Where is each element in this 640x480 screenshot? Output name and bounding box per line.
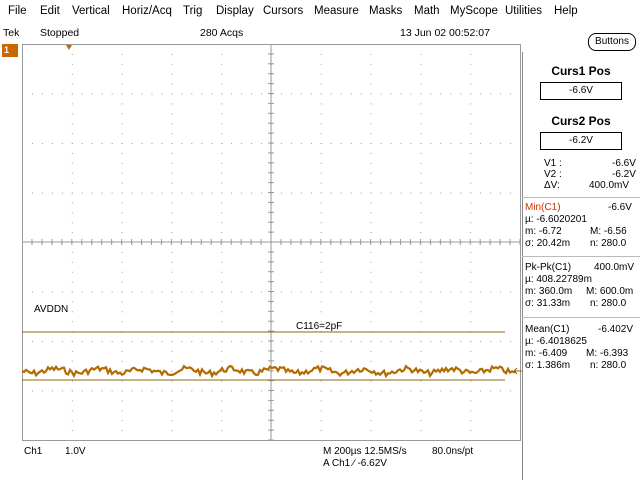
channel-label: Ch1 [24,446,43,457]
menu-measure[interactable]: Measure [314,5,359,17]
menu-cursors[interactable]: Cursors [263,5,303,17]
buttons-toggle-button[interactable]: Buttons [588,33,636,51]
waveform-display[interactable] [22,44,522,444]
meas3-value: -6.402V [598,324,634,335]
menu-trig[interactable]: Trig [183,5,202,17]
meas1-count: n: 280.0 [590,238,627,249]
vertical-scale: 1.0V [65,446,86,457]
cursor1-title: Curs1 Pos [551,64,611,78]
date-time: 13 Jun 02 00:52:07 [400,27,490,39]
trigger-position-icon [66,45,72,50]
menu-utilities[interactable]: Utilities [505,5,542,17]
separator [522,317,640,318]
cursor1-position-input[interactable]: -6.6V [540,82,622,100]
meas1-title[interactable]: Min(C1) [525,202,561,213]
meas3-mean: µ: -6.4018625 [525,336,587,347]
meas2-min: m: 360.0m [525,286,573,297]
meas2-max: M: 600.0m [586,286,634,297]
acq-count: 280 Acqs [200,27,244,39]
meas2-value: 400.0mV [594,262,635,273]
menu-display[interactable]: Display [216,5,254,17]
meas1-mean: µ: -6.6020201 [525,214,587,225]
right-panel: Curs1 Pos -6.6V Curs2 Pos -6.2V V1 : -6.… [522,52,640,480]
acq-state: Stopped [40,27,80,39]
menu-help[interactable]: Help [554,5,578,17]
meas2-mean: µ: 408.22789m [525,274,592,285]
trigger-readout: A Ch1 ∕ -6.62V [323,458,387,469]
sample-interval: 80.0ns/pt [432,446,474,457]
meas2-title[interactable]: Pk-Pk(C1) [525,262,571,273]
capacitance-note: C116=2pF [296,321,343,332]
meas1-min: m: -6.72 [525,226,562,237]
menu-edit[interactable]: Edit [40,5,60,17]
meas1-max: M: -6.56 [590,226,627,237]
menu-horiz-acq[interactable]: Horiz/Acq [122,5,172,17]
meas2-count: n: 280.0 [590,298,627,309]
meas3-title[interactable]: Mean(C1) [525,324,569,335]
brand-label: Tek [3,27,20,39]
timebase-readout: M 200µs 12.5MS/s [323,446,407,457]
menu-masks[interactable]: Masks [369,5,402,17]
cursor-v2-key: V2 : [544,169,562,180]
cursor2-position-input[interactable]: -6.2V [540,132,622,150]
meas3-max: M: -6.393 [586,348,629,359]
cursor-delta-key: ΔV: [544,180,560,191]
meas1-sigma: σ: 20.42m [525,238,571,249]
meas1-value: -6.6V [608,202,632,213]
meas3-min: m: -6.409 [525,348,568,359]
meas3-sigma: σ: 1.386m [525,360,571,371]
status-bar: Tek Stopped 280 Acqs 13 Jun 02 00:52:07 [0,24,640,44]
cursor-v1-value: -6.6V [612,158,636,169]
graticule-grid [22,44,521,441]
meas3-count: n: 280.0 [590,360,627,371]
separator [522,256,640,257]
menu-bar: File Edit Vertical Horiz/Acq Trig Displa… [0,0,640,24]
cursor-v1-key: V1 : [544,158,562,169]
signal-name-label: AVDDN [34,304,69,315]
cursor-v2-value: -6.2V [612,169,636,180]
menu-myscope[interactable]: MyScope [450,5,498,17]
meas2-sigma: σ: 31.33m [525,298,571,309]
separator [522,197,640,198]
menu-math[interactable]: Math [414,5,440,17]
channel-1-marker[interactable]: 1 [2,44,18,57]
menu-file[interactable]: File [8,5,27,17]
cursor2-title: Curs2 Pos [551,114,611,128]
menu-vertical[interactable]: Vertical [72,5,110,17]
cursor-delta-value: 400.0mV [589,180,630,191]
